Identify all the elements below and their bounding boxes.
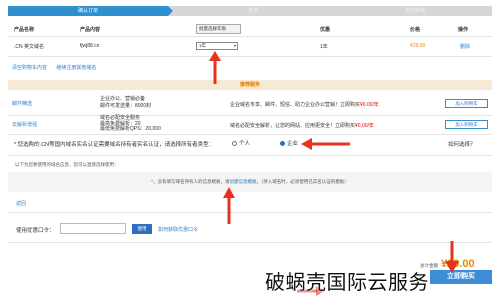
add-to-cart-button[interactable]: 加入购物车 bbox=[445, 120, 488, 129]
domain-name: fjwj88.cn bbox=[80, 43, 100, 49]
service-desc: 域名必配安全解析，让您的网站、应用更安全！立即购买¥0.00/年 bbox=[230, 122, 374, 129]
arrow-up-icon bbox=[223, 187, 235, 224]
header-action: 操作 bbox=[458, 27, 469, 33]
buy-now-button[interactable]: 立即购买 bbox=[430, 270, 492, 284]
coupon-section: 使用优惠口令： 使用 如何获取优惠口令 bbox=[8, 222, 492, 236]
year-select-value: 1年 bbox=[199, 43, 207, 48]
radio-label: 企业 bbox=[287, 141, 299, 147]
arrow-head bbox=[445, 261, 459, 273]
service-row-dns: 云解析增强 域名必配安全服务 最高免费解析：20 最低免费解析QPS：20,00… bbox=[8, 115, 492, 135]
divider bbox=[8, 155, 492, 156]
use-coupon-button[interactable]: 使用 bbox=[132, 224, 152, 234]
divider bbox=[8, 212, 492, 213]
row-price: ¥29.00 bbox=[410, 43, 426, 49]
continue-register-link[interactable]: 继续注册其他域名 bbox=[56, 65, 96, 71]
service-row-email: 邮件精选 企业办公、营销必备 邮件可发送量：8000封 企业域名专享、邮件、短信… bbox=[8, 94, 492, 114]
clear-cart-link[interactable]: 清空购物车内容 bbox=[12, 65, 47, 71]
divider bbox=[8, 56, 492, 57]
order-row: .CN 英文域名 fjwj88.cn 1年 ¥29.00 删除 bbox=[10, 40, 490, 52]
order-table-header: 产品名称 产品内容 优惠 价格 操作 bbox=[10, 24, 490, 34]
service-detail: 域名必配安全服务 最高免费解析：20 最低免费解析QPS：20,000 bbox=[100, 115, 161, 133]
arrow-left-icon bbox=[301, 138, 350, 150]
watermark: 破蜗壳国际云服务 bbox=[265, 272, 429, 294]
radio-dot bbox=[232, 141, 237, 147]
header-content: 产品内容 bbox=[80, 27, 101, 33]
service-detail-line: 企业办公、营销必备 bbox=[100, 96, 146, 102]
delete-link[interactable]: 删除 bbox=[460, 43, 470, 50]
service-detail: 企业办公、营销必备 邮件可发送量：8000封 bbox=[100, 96, 151, 110]
step-complete: 支付完成 bbox=[404, 8, 425, 14]
arrow-down-icon bbox=[445, 241, 459, 273]
step-pay: 支付 bbox=[247, 8, 258, 14]
how-to-choose-link[interactable]: 如何选择？ bbox=[448, 140, 476, 148]
header-product: 产品名称 bbox=[14, 27, 35, 33]
radio-label: 个人 bbox=[239, 141, 251, 147]
chevron-down-icon: ▾ bbox=[233, 43, 236, 48]
service-desc-price: ¥0.00/年 bbox=[360, 102, 379, 108]
divider bbox=[8, 36, 492, 37]
template-note: 以下为您要使用的域名信息，您可以直接选择使用： bbox=[15, 162, 119, 167]
get-coupon-link[interactable]: 如何获取优惠口令 bbox=[158, 226, 198, 233]
period: 1年 bbox=[320, 44, 328, 50]
batch-year-select[interactable]: 批量选择年限 bbox=[196, 24, 241, 34]
radio-personal[interactable]: 个人 bbox=[232, 139, 250, 147]
notice-text: *，没有填写域名持有人的信息模板，请 bbox=[151, 179, 230, 184]
service-desc: 企业域名专享、邮件、短信、助力企业办公营销！立即购买¥0.00/年 bbox=[230, 101, 379, 108]
service-name[interactable]: 云解析增强 bbox=[12, 121, 37, 128]
service-desc-price: ¥0.00/年 bbox=[355, 123, 374, 129]
step-confirm-order: 确认订单 bbox=[8, 6, 173, 16]
cart-links: 清空购物车内容 继续注册其他域名 bbox=[12, 64, 104, 71]
back-link[interactable]: 返回 bbox=[16, 200, 26, 207]
coupon-label: 使用优惠口令： bbox=[16, 228, 55, 234]
create-template-link[interactable]: 创建信息模板 bbox=[230, 179, 257, 184]
service-name[interactable]: 邮件精选 bbox=[12, 100, 32, 107]
service-detail-line: 最低免费解析QPS：20,000 bbox=[100, 126, 161, 132]
service-desc-text: 域名必配安全解析，让您的网站、应用更安全！立即购买 bbox=[230, 123, 356, 129]
arrow-head bbox=[209, 51, 221, 61]
divider bbox=[8, 242, 492, 243]
year-select[interactable]: 1年 ▾ bbox=[196, 42, 238, 50]
template-notice: *，没有填写域名持有人的信息模板，请创建信息模板。（持入域名时，必须使用已实名认… bbox=[8, 172, 492, 192]
header-price: 价格 bbox=[410, 27, 421, 33]
arrow-head bbox=[301, 138, 312, 150]
arrow-up-icon bbox=[209, 51, 221, 84]
service-detail-line: 邮件可发送量：8000封 bbox=[100, 103, 152, 109]
radio-dot bbox=[280, 141, 285, 147]
header-discount: 优惠 bbox=[320, 27, 331, 33]
radio-enterprise[interactable]: 企业 bbox=[280, 139, 298, 147]
notice-text: 。（持入域名时，必须使用已实名认证的模板） bbox=[256, 179, 349, 184]
progress-steps: 确认订单 支付 支付完成 bbox=[8, 6, 492, 16]
recommend-title: 推荐服务 bbox=[8, 80, 492, 90]
holder-type-section: * 您选购的.CN等国内域名实名认证需要域名持有者实名认证，请选择所有者类型： … bbox=[8, 134, 492, 154]
product-name: .CN 英文域名 bbox=[14, 44, 45, 50]
holder-question: * 您选购的.CN等国内域名实名认证需要域名持有者实名认证，请选择所有者类型： bbox=[14, 142, 215, 148]
coupon-input[interactable] bbox=[60, 223, 126, 234]
add-to-cart-button[interactable]: 加入购物车 bbox=[445, 99, 488, 108]
service-desc-text: 企业域名专享、邮件、短信、助力企业办公营销！立即购买 bbox=[230, 102, 361, 108]
arrow-head bbox=[223, 187, 235, 198]
